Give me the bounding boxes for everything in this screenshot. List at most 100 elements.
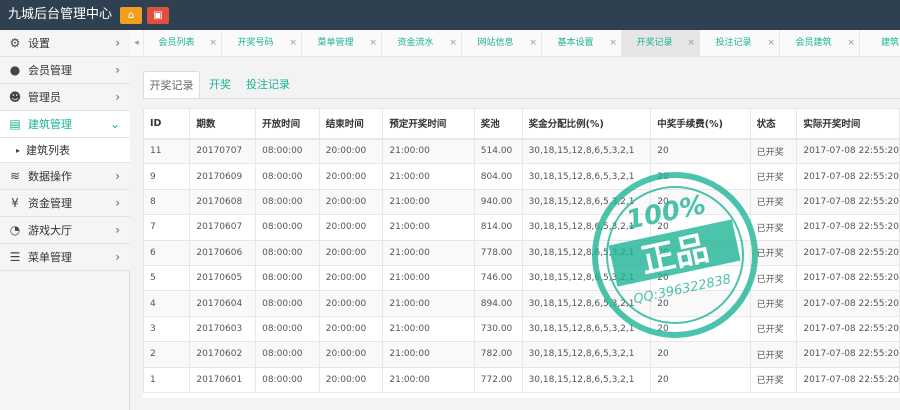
users-icon: ☻ — [8, 90, 22, 104]
cell-period: 20170603 — [189, 315, 257, 343]
cell-prize-ratio: 30,18,15,12,8,6,5,3,2,1 — [521, 315, 652, 343]
tab-site-info[interactable]: 网站信息 × — [462, 30, 542, 56]
cell-end-time: 20:00:00 — [318, 214, 384, 241]
lock-button[interactable]: ▣ — [147, 7, 169, 24]
subtab-bet-records[interactable]: 投注记录 — [240, 71, 296, 99]
table-row[interactable]: 7 20170607 08:00:00 20:00:00 21:00:00 814.00 3… — [142, 214, 900, 241]
cell-prize-pool: 746.00 — [473, 264, 523, 292]
col-header-end-time[interactable]: 结束时间 — [318, 108, 384, 140]
close-icon[interactable]: × — [449, 30, 457, 56]
list-icon: ☰ — [9, 250, 21, 264]
cell-open-time: 08:00:00 — [255, 341, 320, 368]
sidebar-item-funds[interactable]: ¥ 资金管理 › — [0, 190, 130, 217]
tab-menu-mgmt[interactable]: 菜单管理 × — [302, 30, 382, 56]
close-icon[interactable]: × — [289, 30, 297, 56]
cell-prize-ratio: 30,18,15,12,8,6,5,3,2,1 — [521, 366, 652, 393]
col-header-status[interactable]: 状态 — [749, 108, 798, 140]
cell-status: 已开奖 — [749, 214, 798, 241]
tab-label: 会员建筑 — [795, 38, 832, 48]
cell-prize-pool: 772.00 — [473, 366, 523, 393]
page-tabs-bar: ◂ 会员列表 × 开奖号码 × 菜单管理 × 资金流水 × 网站信息 × 基本设… — [130, 30, 900, 57]
cell-end-time: 20:00:00 — [318, 163, 384, 190]
table-header-row: ID 期数 开放时间 结束时间 预定开奖时间 奖池 奖金分配比例(%) 中奖手续… — [142, 108, 900, 140]
close-icon[interactable]: × — [369, 30, 377, 56]
cell-status: 已开奖 — [749, 264, 798, 292]
tab-draw-records[interactable]: 开奖记录 × — [622, 30, 700, 56]
cell-prize-pool: 814.00 — [473, 214, 523, 241]
close-icon[interactable]: × — [767, 30, 775, 56]
table-row[interactable]: 5 20170605 08:00:00 20:00:00 21:00:00 746.00 3… — [142, 264, 900, 292]
cell-end-time: 20:00:00 — [318, 188, 384, 216]
col-header-actual-draw[interactable]: 实际开奖时间 — [796, 108, 900, 140]
home-button[interactable]: ⌂ — [120, 7, 142, 24]
cell-prize-ratio: 30,18,15,12,8,6,5,3,2,1 — [521, 163, 652, 190]
col-header-scheduled-draw[interactable]: 预定开奖时间 — [382, 108, 475, 140]
sidebar-item-settings[interactable]: ⚙ 设置 › — [0, 30, 130, 57]
table-row[interactable]: 1 20170601 08:00:00 20:00:00 21:00:00 772.00 3… — [142, 366, 900, 393]
cell-prize-ratio: 30,18,15,12,8,6,5,3,2,1 — [521, 137, 652, 165]
sidebar-item-data-ops[interactable]: ≋ 数据操作 › — [0, 163, 130, 190]
sidebar-item-admins[interactable]: ☻ 管理员 › — [0, 84, 130, 111]
cell-prize-pool: 730.00 — [473, 315, 523, 343]
cell-id: 11 — [142, 137, 191, 165]
tab-buildings[interactable]: 建筑 — [860, 30, 900, 56]
tabs-scroll-left-button[interactable]: ◂ — [130, 30, 144, 56]
cell-fee: 20 — [650, 214, 751, 241]
building-icon: ▤ — [9, 117, 21, 131]
subtab-draw[interactable]: 开奖 — [200, 71, 240, 99]
table-row[interactable]: 6 20170606 08:00:00 20:00:00 21:00:00 778.00 3… — [142, 239, 900, 266]
table-row[interactable]: 2 20170602 08:00:00 20:00:00 21:00:00 782.00 3… — [142, 341, 900, 368]
table-row[interactable]: 8 20170608 08:00:00 20:00:00 21:00:00 940.00 3… — [142, 188, 900, 216]
col-header-open-time[interactable]: 开放时间 — [255, 108, 320, 140]
close-icon[interactable]: × — [687, 30, 695, 56]
cell-id: 2 — [142, 341, 191, 368]
sidebar-item-members[interactable]: ● 会员管理 › — [0, 57, 130, 84]
tab-basic-settings[interactable]: 基本设置 × — [542, 30, 622, 56]
cell-prize-pool: 894.00 — [473, 290, 523, 317]
cell-fee: 20 — [650, 137, 751, 165]
close-icon[interactable]: × — [209, 30, 217, 56]
cell-status: 已开奖 — [749, 315, 798, 343]
cell-fee: 20 — [650, 315, 751, 343]
tab-fund-flow[interactable]: 资金流水 × — [382, 30, 462, 56]
table-row[interactable]: 9 20170609 08:00:00 20:00:00 21:00:00 804.00 3… — [142, 163, 900, 190]
table-row[interactable]: 3 20170603 08:00:00 20:00:00 21:00:00 730.00 3… — [142, 315, 900, 343]
cell-actual-draw: 2017-07-08 22:55:20 — [796, 315, 900, 343]
col-header-fee[interactable]: 中奖手续费(%) — [650, 108, 751, 140]
table-row[interactable]: 11 20170707 08:00:00 20:00:00 21:00:00 514.00… — [142, 137, 900, 165]
tab-bet-records[interactable]: 投注记录 × — [700, 30, 780, 56]
sidebar-subitem-label: 建筑列表 — [26, 144, 70, 157]
col-header-period[interactable]: 期数 — [189, 108, 257, 140]
cell-actual-draw: 2017-07-08 22:55:20 — [796, 290, 900, 317]
cell-prize-ratio: 30,18,15,12,8,6,5,3,2,1 — [521, 214, 652, 241]
yen-icon: ¥ — [11, 196, 19, 210]
cell-open-time: 08:00:00 — [255, 315, 320, 343]
col-header-prize-ratio[interactable]: 奖金分配比例(%) — [521, 108, 652, 140]
draw-records-table: ID 期数 开放时间 结束时间 预定开奖时间 奖池 奖金分配比例(%) 中奖手续… — [142, 108, 900, 393]
sidebar-item-menu-mgmt[interactable]: ☰ 菜单管理 › — [0, 244, 130, 271]
close-icon[interactable]: × — [847, 30, 855, 56]
chevron-right-icon: › — [115, 196, 120, 210]
cell-open-time: 08:00:00 — [255, 188, 320, 216]
cell-fee: 20 — [650, 341, 751, 368]
gear-icon: ⚙ — [9, 36, 21, 50]
close-icon[interactable]: × — [609, 30, 617, 56]
sidebar-item-game-lobby[interactable]: ◔ 游戏大厅 › — [0, 217, 130, 244]
app-title: 九城后台管理中心 — [8, 7, 113, 22]
table-row[interactable]: 4 20170604 08:00:00 20:00:00 21:00:00 894.00 3… — [142, 290, 900, 317]
col-header-prize-pool[interactable]: 奖池 — [473, 108, 523, 140]
close-icon[interactable]: × — [529, 30, 537, 56]
col-header-id[interactable]: ID — [142, 108, 191, 140]
cell-actual-draw: 2017-07-08 22:55:20 — [796, 188, 900, 216]
cell-period: 20170607 — [189, 214, 257, 241]
tab-member-buildings[interactable]: 会员建筑 × — [780, 30, 860, 56]
tab-lottery-numbers[interactable]: 开奖号码 × — [222, 30, 302, 56]
cell-scheduled-draw: 21:00:00 — [382, 366, 475, 393]
sidebar-subitem-building-list[interactable]: ▸ 建筑列表 — [0, 138, 130, 163]
tab-member-list[interactable]: 会员列表 × — [144, 30, 222, 56]
tab-label: 开奖号码 — [237, 38, 274, 48]
cell-end-time: 20:00:00 — [318, 290, 384, 317]
sidebar-item-buildings[interactable]: ▤ 建筑管理 ⌄ — [0, 111, 130, 138]
subtab-draw-records[interactable]: 开奖记录 — [143, 71, 200, 99]
tab-label: 网站信息 — [477, 38, 514, 48]
